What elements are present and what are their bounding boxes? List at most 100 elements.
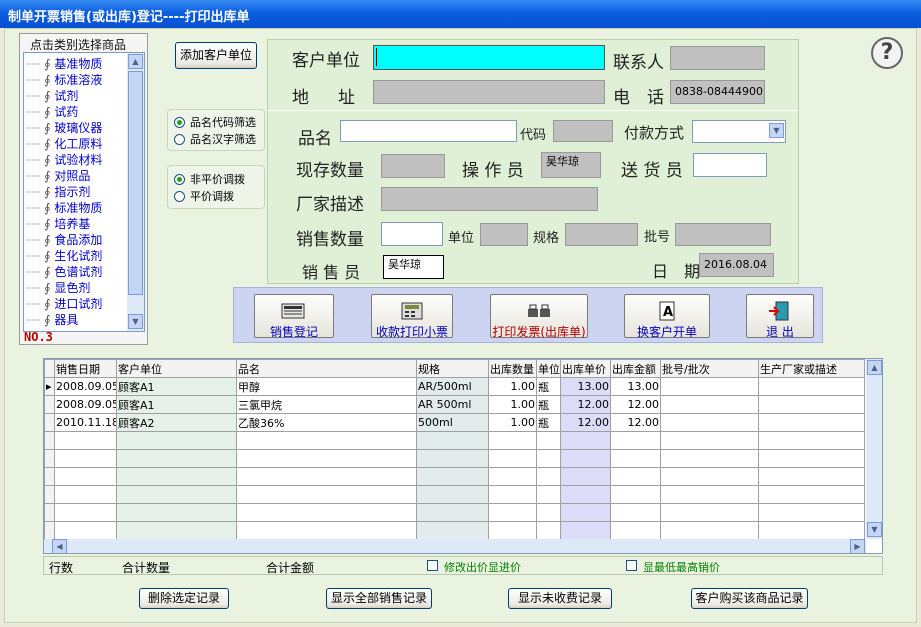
table-cell[interactable] [488,431,537,450]
phone-field[interactable]: 0838-08444900 [670,80,765,104]
table-cell[interactable]: 12.00 [560,413,611,432]
table-cell[interactable] [536,431,561,450]
table-cell[interactable]: 瓶 [536,395,561,414]
column-header[interactable]: 品名 [236,359,417,378]
category-item[interactable]: ┈┈ ∮ 进口试剂 [26,295,102,311]
table-cell[interactable] [236,521,417,540]
category-item[interactable]: ┈┈ ∮ 基准物质 [26,55,102,71]
unit-field[interactable] [480,223,528,246]
table-cell[interactable] [758,467,865,486]
row-selector[interactable] [44,395,55,414]
column-header[interactable]: 出库金额 [610,359,661,378]
category-item[interactable]: ┈┈ ∮ 对照品 [26,167,90,183]
row-selector[interactable]: ▸ [44,377,55,396]
delivery-input[interactable] [693,153,767,177]
table-cell[interactable] [44,449,55,468]
table-cell[interactable]: 1.00 [488,413,537,432]
table-cell[interactable]: 12.00 [610,413,661,432]
table-cell[interactable] [54,503,117,522]
column-header[interactable]: 出库单价 [560,359,611,378]
column-header[interactable]: 批号/批次 [660,359,759,378]
table-cell[interactable] [610,431,661,450]
chevron-down-icon[interactable]: ▼ [769,123,784,138]
table-cell[interactable] [488,467,537,486]
table-row[interactable]: ▸ 2008.09.05 顾客A1 甲醇 AR/500ml 1.00 瓶 13.00 13.00 [44,377,865,396]
table-cell[interactable] [488,503,537,522]
column-header[interactable]: 规格 [416,359,489,378]
table-cell[interactable] [236,485,417,504]
table-cell[interactable] [610,521,661,540]
category-item[interactable]: ┈┈ ∮ 玻璃仪器 [26,119,102,135]
table-cell[interactable] [536,521,561,540]
category-item[interactable]: ┈┈ ∮ 试验材料 [26,151,102,167]
table-cell[interactable] [610,467,661,486]
category-item[interactable]: ┈┈ ∮ 指示剂 [26,183,90,199]
table-cell[interactable] [758,503,865,522]
help-icon[interactable]: ? [871,37,903,69]
table-cell[interactable] [758,485,865,504]
radio-name-filter[interactable] [174,134,185,145]
table-cell[interactable] [660,431,759,450]
sales-register-button[interactable]: 销售登记 [254,294,334,339]
table-cell[interactable] [54,449,117,468]
table-cell[interactable] [560,521,611,540]
table-cell[interactable] [560,449,611,468]
category-item[interactable]: ┈┈ ∮ 食品添加 [26,231,102,247]
table-cell[interactable] [116,467,237,486]
table-cell[interactable]: 13.00 [560,377,611,396]
table-cell[interactable]: 瓶 [536,413,561,432]
table-cell[interactable] [54,485,117,504]
category-item[interactable]: ┈┈ ∮ 标准溶液 [26,71,102,87]
table-cell[interactable] [536,467,561,486]
date-field[interactable]: 2016.08.04 [699,253,774,277]
table-cell[interactable]: 2008.09.05 [54,377,117,396]
category-item[interactable]: ┈┈ ∮ 化工原料 [26,135,102,151]
table-cell[interactable] [560,485,611,504]
table-cell[interactable] [54,467,117,486]
column-header[interactable]: 单位 [536,359,561,378]
table-cell[interactable] [416,521,489,540]
table-cell[interactable] [236,431,417,450]
table-cell[interactable] [610,449,661,468]
stock-field[interactable] [381,154,445,178]
table-cell[interactable] [44,467,55,486]
category-scrollbar[interactable]: ▲ ▼ [127,53,144,331]
code-field[interactable] [553,120,613,142]
scroll-up-icon[interactable]: ▲ [867,360,882,375]
table-row[interactable] [44,449,865,468]
column-header[interactable]: 客户单位 [116,359,237,378]
table-cell[interactable] [488,521,537,540]
table-cell[interactable] [416,485,489,504]
table-cell[interactable] [236,503,417,522]
column-header[interactable]: 生产厂家或描述 [758,359,865,378]
spec-field[interactable] [565,223,638,246]
category-item[interactable]: ┈┈ ∮ 标准物质 [26,199,102,215]
table-cell[interactable] [758,521,865,540]
scroll-down-icon[interactable]: ▼ [867,522,882,537]
table-cell[interactable]: 乙酸36% [236,413,417,432]
table-cell[interactable]: 顾客A1 [116,395,237,414]
category-item[interactable]: ┈┈ ∮ 生化试剂 [26,247,102,263]
seller-input[interactable]: 吴华琼 [383,255,444,279]
table-cell[interactable]: 12.00 [560,395,611,414]
table-cell[interactable] [560,431,611,450]
customer-history-button[interactable]: 客户购买该商品记录 [691,588,808,609]
scroll-up-icon[interactable]: ▲ [128,54,143,69]
table-cell[interactable] [660,413,759,432]
column-header[interactable]: 出库数量 [488,359,537,378]
show-minmax-checkbox[interactable] [626,560,637,571]
table-cell[interactable] [116,449,237,468]
table-cell[interactable] [44,431,55,450]
table-cell[interactable] [758,395,865,414]
table-cell[interactable]: 顾客A2 [116,413,237,432]
qty-input[interactable] [381,222,443,246]
table-cell[interactable] [610,485,661,504]
table-cell[interactable] [560,503,611,522]
table-row[interactable] [44,503,865,522]
switch-customer-button[interactable]: A 换客户开单 [624,294,710,339]
show-unpaid-button[interactable]: 显示未收费记录 [508,588,612,609]
table-row[interactable]: 2008.09.05 顾客A1 三氯甲烷 AR 500ml 1.00 瓶 12.00 12.0… [44,395,865,414]
table-cell[interactable] [660,395,759,414]
table-row[interactable] [44,485,865,504]
table-row[interactable] [44,521,865,540]
